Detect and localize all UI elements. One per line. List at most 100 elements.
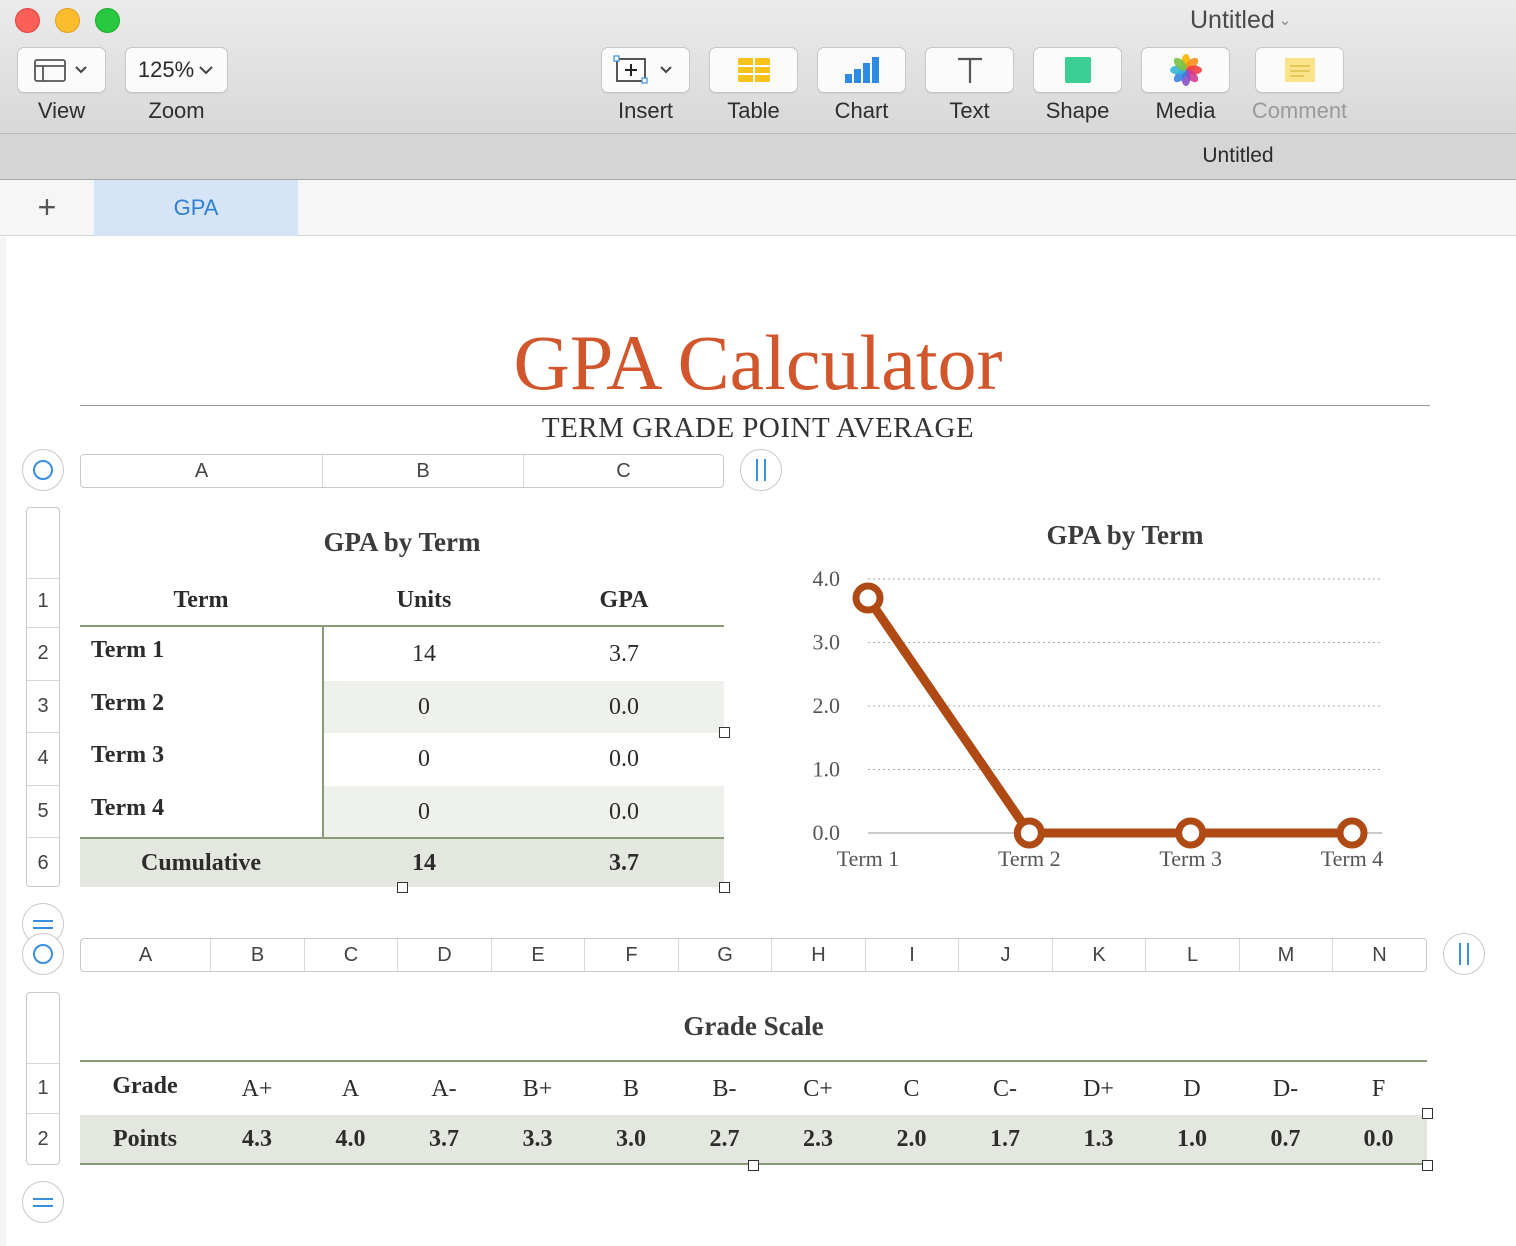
resize-handle[interactable] [1422,1160,1433,1171]
row-header[interactable]: 1 [27,1077,59,1100]
grade-cell[interactable]: D [1145,1076,1239,1103]
column-header[interactable]: A [81,939,211,971]
gpa-line-chart[interactable]: GPA by Term 0.0 1.0 2.0 3.0 4.0 Term 1 Term 2… [780,510,1440,890]
column-header[interactable]: E [492,939,585,971]
points-cell[interactable]: 0.0 [1332,1126,1425,1153]
grade-cell[interactable]: C- [958,1076,1052,1103]
gpa-cell[interactable]: 0.0 [524,746,724,773]
units-cell[interactable]: 0 [324,746,524,773]
table-select-handle[interactable] [22,449,64,491]
comment-button[interactable] [1255,47,1344,93]
page-title[interactable]: GPA Calculator [0,318,1516,408]
zoom-select[interactable]: 125% [125,47,228,93]
points-cell[interactable]: 2.0 [865,1126,958,1153]
units-cell[interactable]: 14 [324,641,524,668]
term-cell[interactable]: Term 4 [91,795,311,822]
points-cell[interactable]: 3.3 [491,1126,584,1153]
text-button[interactable] [925,47,1014,93]
gpa-cell[interactable]: 3.7 [524,641,724,668]
grade-cell[interactable]: F [1332,1076,1425,1103]
media-button[interactable] [1141,47,1230,93]
table-button[interactable] [709,47,798,93]
column-header[interactable]: K [1053,939,1146,971]
grade-cell[interactable]: B- [678,1076,771,1103]
column-header[interactable]: J [959,939,1053,971]
column-header[interactable]: H [772,939,866,971]
shape-button[interactable] [1033,47,1122,93]
row-header[interactable]: 2 [27,1128,59,1151]
add-row-button[interactable] [22,1181,64,1223]
column-header[interactable]: B [211,939,305,971]
header-cell-term[interactable]: Term [80,587,322,614]
column-header[interactable]: C [305,939,398,971]
insert-button[interactable] [601,47,690,93]
units-cell[interactable]: 0 [324,694,524,721]
column-header[interactable]: A [81,455,323,487]
resize-handle[interactable] [748,1160,759,1171]
header-cell-gpa[interactable]: GPA [524,587,724,614]
grade-cell[interactable]: A- [397,1076,491,1103]
row-header[interactable]: 2 [27,642,59,665]
document-title-menu[interactable]: Untitled ⌄ [1190,6,1291,35]
column-header[interactable]: N [1333,939,1426,971]
grade-table-title[interactable]: Grade Scale [80,1011,1427,1042]
footer-units-cell[interactable]: 14 [324,850,524,877]
points-cell[interactable]: 1.3 [1052,1126,1145,1153]
add-sheet-button[interactable]: + [30,191,64,226]
column-header[interactable]: G [679,939,772,971]
row-header[interactable]: 3 [27,695,59,718]
points-cell[interactable]: 0.7 [1239,1126,1332,1153]
points-cell[interactable]: 4.3 [210,1126,304,1153]
column-header[interactable]: L [1146,939,1240,971]
grade-cell[interactable]: A [304,1076,397,1103]
term-cell[interactable]: Term 1 [91,637,311,664]
grade-cell[interactable]: C+ [771,1076,865,1103]
points-row-label[interactable]: Points [80,1126,210,1153]
row-header[interactable]: 1 [27,590,59,613]
column-header[interactable]: B [323,455,524,487]
add-column-button[interactable] [740,449,782,491]
table-select-handle[interactable] [22,933,64,975]
resize-handle[interactable] [1422,1108,1433,1119]
points-cell[interactable]: 4.0 [304,1126,397,1153]
add-column-button[interactable] [1443,933,1485,975]
minimize-window-button[interactable] [55,8,80,33]
page-subtitle[interactable]: TERM GRADE POINT AVERAGE [0,412,1516,445]
tab-gpa[interactable]: GPA [94,180,298,236]
grade-cell[interactable]: D+ [1052,1076,1145,1103]
row-header[interactable]: 6 [27,852,59,875]
units-cell[interactable]: 0 [324,799,524,826]
column-header[interactable]: C [524,455,723,487]
gpa-cell[interactable]: 0.0 [524,694,724,721]
fullscreen-window-button[interactable] [95,8,120,33]
view-button[interactable] [17,47,106,93]
footer-label-cell[interactable]: Cumulative [80,850,322,877]
gpa-table-title[interactable]: GPA by Term [80,527,724,558]
resize-handle[interactable] [397,882,408,893]
grade-cell[interactable]: B [584,1076,678,1103]
resize-handle[interactable] [719,882,730,893]
points-cell[interactable]: 2.7 [678,1126,771,1153]
row-header[interactable]: 5 [27,800,59,823]
gpa-cell[interactable]: 0.0 [524,799,724,826]
grade-row-label[interactable]: Grade [80,1073,210,1100]
grade-cell[interactable]: C [865,1076,958,1103]
footer-gpa-cell[interactable]: 3.7 [524,850,724,877]
grade-cell[interactable]: B+ [491,1076,584,1103]
term-cell[interactable]: Term 3 [91,742,311,769]
chart-button[interactable] [817,47,906,93]
resize-handle[interactable] [719,727,730,738]
term-cell[interactable]: Term 2 [91,690,311,717]
grade-cell[interactable]: A+ [210,1076,304,1103]
column-header[interactable]: I [866,939,959,971]
grade-cell[interactable]: D- [1239,1076,1332,1103]
row-header[interactable]: 4 [27,747,59,770]
column-header[interactable]: M [1240,939,1333,971]
points-cell[interactable]: 1.7 [958,1126,1052,1153]
column-header[interactable]: F [585,939,679,971]
column-header[interactable]: D [398,939,492,971]
points-cell[interactable]: 3.0 [584,1126,678,1153]
points-cell[interactable]: 2.3 [771,1126,865,1153]
points-cell[interactable]: 3.7 [397,1126,491,1153]
close-window-button[interactable] [15,8,40,33]
